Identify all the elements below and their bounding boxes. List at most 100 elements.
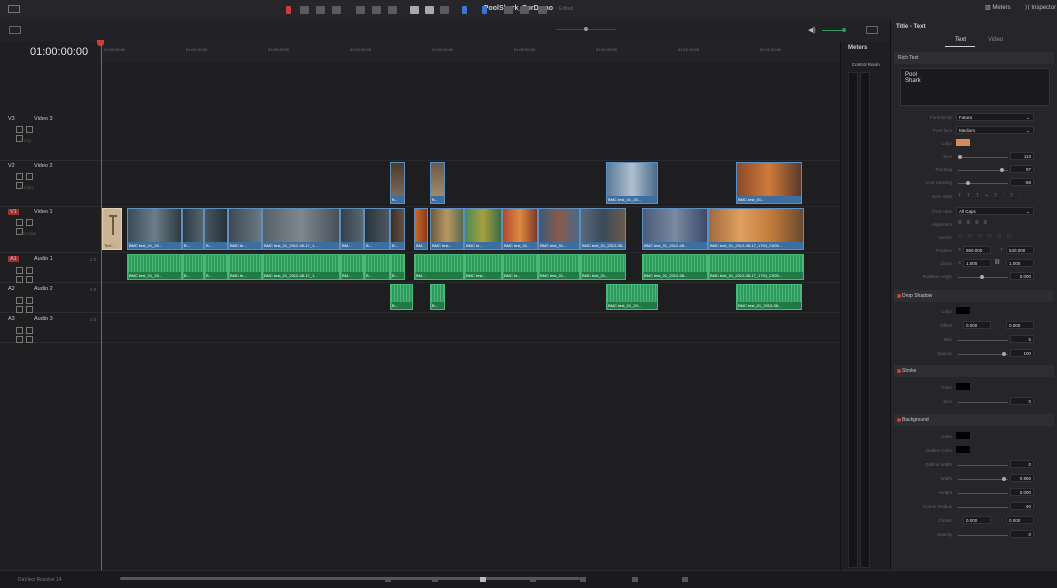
- bg-color-swatch[interactable]: [956, 432, 970, 439]
- line-spacing-field[interactable]: -58: [1010, 178, 1034, 186]
- video-clip[interactable]: B...: [204, 208, 228, 250]
- video-clip[interactable]: B...: [182, 208, 204, 250]
- timeline-view-icon[interactable]: [9, 26, 21, 34]
- zoom-slider-knob[interactable]: [584, 27, 588, 31]
- audio-clip[interactable]: B...: [390, 254, 405, 280]
- video-clip[interactable]: BMC test_01_2012-08-17_1754_C005...: [708, 208, 804, 250]
- video-clip[interactable]: BM...: [414, 208, 428, 250]
- video-clip[interactable]: B...: [390, 208, 405, 250]
- kern-style-buttons[interactable]: TTT+T'T,: [958, 193, 1026, 199]
- video-clip[interactable]: BMC te...: [464, 208, 502, 250]
- video-clip[interactable]: BMC test_01_20...: [127, 208, 182, 250]
- lock-icon[interactable]: [16, 297, 23, 304]
- trim-tool-icon[interactable]: [300, 6, 309, 14]
- bg-center-y-field[interactable]: 0.000: [1006, 516, 1034, 524]
- volume-knob[interactable]: [842, 28, 846, 32]
- bg-width-slider[interactable]: [958, 479, 1008, 480]
- rich-text-section-header[interactable]: Rich Text: [894, 52, 1054, 64]
- audio-clip[interactable]: BMC test_01_2012-08-17_1754_C005...: [708, 254, 804, 280]
- audio-clip[interactable]: BMC test_01_20...: [127, 254, 182, 280]
- stroke-size-field[interactable]: 0: [1010, 397, 1034, 405]
- media-page-icon[interactable]: [385, 577, 391, 582]
- bg-corner-radius-field[interactable]: 40: [1010, 502, 1034, 510]
- audio-clip[interactable]: B...: [430, 284, 445, 310]
- stroke-size-slider[interactable]: [958, 402, 1008, 403]
- auto-select-icon[interactable]: [26, 327, 33, 334]
- dynamic-trim-icon[interactable]: [316, 6, 325, 14]
- link-icon[interactable]: ⛓: [994, 259, 1000, 265]
- alignment-buttons[interactable]: ≡≡≡≡: [958, 220, 992, 226]
- audio-clip[interactable]: BMC test_01...: [580, 254, 626, 280]
- linked-selection-icon[interactable]: [425, 6, 434, 14]
- flag-icon[interactable]: [462, 6, 467, 14]
- video-clip[interactable]: B...: [390, 162, 405, 204]
- timeline-ruler[interactable]: [100, 42, 840, 63]
- shadow-opacity-slider[interactable]: [958, 354, 1008, 355]
- track-controls[interactable]: [16, 219, 36, 235]
- video-clip[interactable]: BMC test_01_2012-08-17_1...: [262, 208, 340, 250]
- edit-page-icon[interactable]: [432, 577, 438, 582]
- enable-dot-icon[interactable]: [897, 369, 901, 373]
- background-section-header[interactable]: Background: [894, 414, 1054, 426]
- shadow-color-swatch[interactable]: [956, 307, 970, 314]
- video-clip[interactable]: BMC test...: [430, 208, 464, 250]
- position-lock-icon[interactable]: [440, 6, 449, 14]
- video-clip[interactable]: BMC test_01...: [538, 208, 580, 250]
- bg-width-knob[interactable]: [1002, 477, 1006, 481]
- inspector-button[interactable]: ⟩⟨ Inspector: [1025, 4, 1056, 15]
- size-field[interactable]: 113: [1010, 152, 1034, 160]
- text-color-swatch[interactable]: [956, 139, 970, 146]
- video-clip[interactable]: BMC test_01_2012-08...: [642, 208, 708, 250]
- anchor-buttons[interactable]: ▭▭▭▭▭▭: [958, 233, 1016, 239]
- lock-icon[interactable]: [16, 267, 23, 274]
- rotation-slider-knob[interactable]: [980, 275, 984, 279]
- bg-height-slider[interactable]: [958, 493, 1008, 494]
- zoom-y-field[interactable]: 1.000: [1006, 259, 1034, 267]
- zoom-custom-icon[interactable]: [538, 6, 547, 14]
- tab-video[interactable]: Video: [988, 37, 1003, 43]
- font-case-select[interactable]: All Caps ⌄: [956, 207, 1034, 215]
- bg-outline-width-slider[interactable]: [958, 465, 1008, 466]
- volume-slider[interactable]: [822, 30, 842, 31]
- line-spacing-slider-knob[interactable]: [966, 181, 970, 185]
- fairlight-page-icon[interactable]: [530, 577, 536, 582]
- tab-text[interactable]: Text: [955, 37, 966, 43]
- position-y-field[interactable]: 540.000: [1006, 246, 1034, 254]
- zoom-detail-icon[interactable]: [520, 6, 529, 14]
- stroke-color-swatch[interactable]: [956, 383, 970, 390]
- enable-dot-icon[interactable]: [897, 294, 901, 298]
- layout-icon[interactable]: [8, 5, 20, 13]
- auto-select-icon[interactable]: [26, 297, 33, 304]
- marker-icon[interactable]: [482, 6, 487, 14]
- video-clip[interactable]: BM...: [340, 208, 364, 250]
- font-family-select[interactable]: Futura ⌄: [956, 113, 1034, 121]
- snapping-icon[interactable]: [410, 6, 419, 14]
- rotation-field[interactable]: 0.000: [1010, 272, 1034, 280]
- text-clip[interactable]: Text...: [102, 208, 122, 250]
- bg-outline-color-swatch[interactable]: [956, 446, 970, 453]
- lock-icon[interactable]: [16, 173, 23, 180]
- audio-clip[interactable]: BM...: [414, 254, 464, 280]
- video-clip[interactable]: BMC test_01_2012-08...: [580, 208, 626, 250]
- auto-select-icon[interactable]: [26, 219, 33, 226]
- insert-clip-icon[interactable]: [356, 6, 365, 14]
- zoom-x-field[interactable]: 1.000: [963, 259, 991, 267]
- bg-center-x-field[interactable]: 0.000: [963, 516, 991, 524]
- mixer-icon[interactable]: [866, 26, 878, 34]
- track-controls[interactable]: [16, 267, 36, 283]
- meters-button[interactable]: ▥ Meters: [985, 4, 1011, 15]
- replace-clip-icon[interactable]: [388, 6, 397, 14]
- video-clip[interactable]: B...: [364, 208, 390, 250]
- shadow-blur-field[interactable]: 5: [1010, 335, 1034, 343]
- blade-tool-icon[interactable]: [332, 6, 341, 14]
- bg-corner-radius-slider[interactable]: [958, 507, 1008, 508]
- audio-clip[interactable]: BMC test_01_2012-08-17_1...: [262, 254, 340, 280]
- pointer-tool-icon[interactable]: [286, 6, 291, 14]
- zoom-full-icon[interactable]: [504, 6, 513, 14]
- track-controls[interactable]: [16, 173, 36, 189]
- settings-page-icon[interactable]: [682, 577, 688, 582]
- position-x-field[interactable]: 960.000: [963, 246, 991, 254]
- shadow-offset-x-field[interactable]: 0.000: [963, 321, 991, 329]
- track-controls[interactable]: [16, 327, 36, 343]
- audio-clip[interactable]: BMC te...: [228, 254, 262, 280]
